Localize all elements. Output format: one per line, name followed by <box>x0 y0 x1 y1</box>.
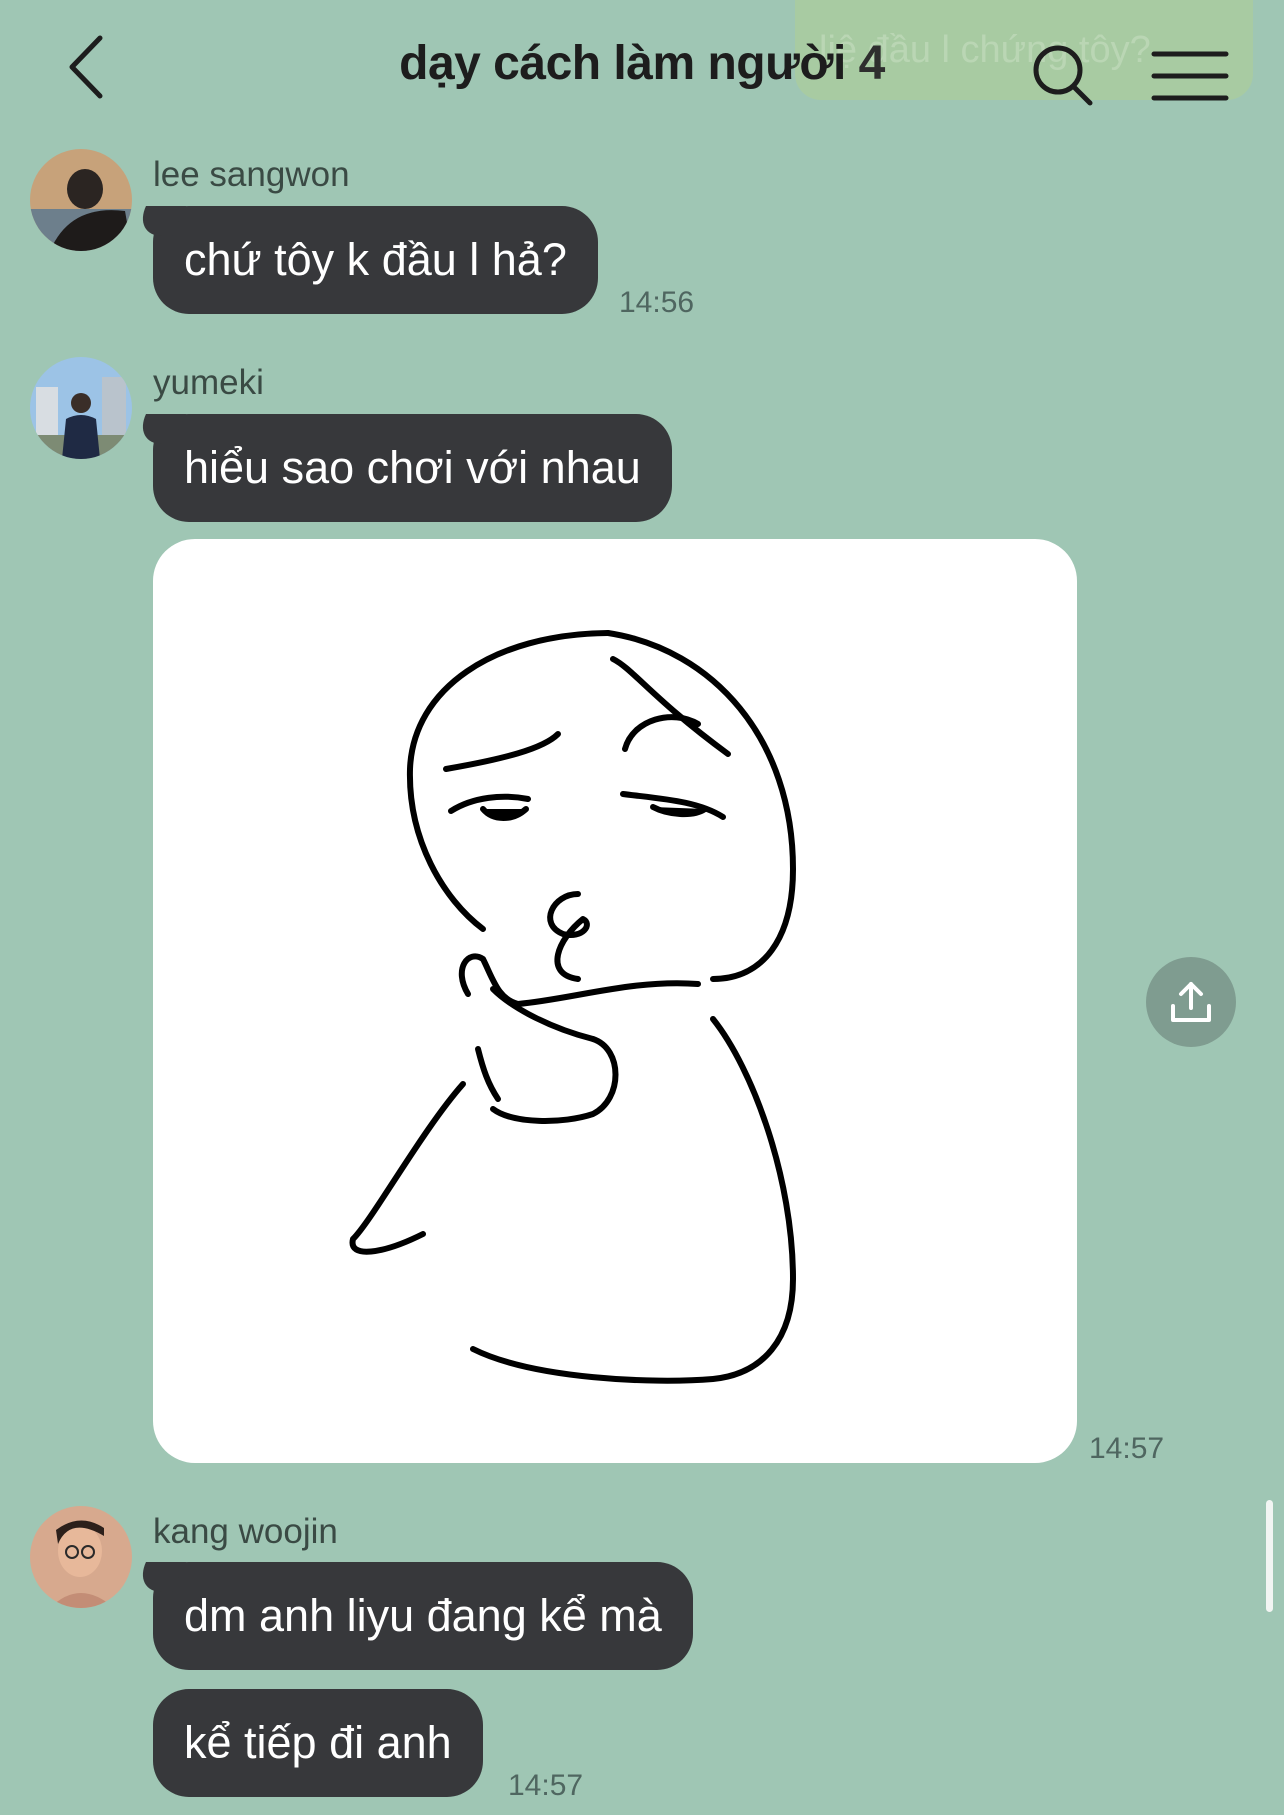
chat-header: dạy cách làm người 4 <box>0 0 1284 140</box>
search-button[interactable] <box>1030 40 1100 110</box>
avatar-yumeki[interactable] <box>30 357 132 459</box>
sender-name: yumeki <box>153 363 264 402</box>
scrollbar[interactable] <box>1266 1500 1273 1612</box>
message-bubble[interactable]: chứ tôy k đầu l hả? <box>153 206 598 314</box>
member-count: 4 <box>858 37 886 90</box>
chat-name: dạy cách làm người <box>399 37 846 90</box>
hamburger-menu-icon <box>1151 51 1229 101</box>
message-bubble[interactable]: dm anh liyu đang kể mà <box>153 1562 693 1670</box>
message-timestamp: 14:57 <box>1089 1432 1165 1465</box>
sender-name: kang woojin <box>153 1512 338 1551</box>
message-bubble[interactable]: kể tiếp đi anh <box>153 1689 483 1797</box>
message-bubble[interactable]: hiểu sao chơi với nhau <box>153 414 672 522</box>
share-button[interactable] <box>1146 957 1236 1047</box>
avatar-kang-woojin[interactable] <box>30 1506 132 1608</box>
menu-button[interactable] <box>1150 40 1230 106</box>
search-icon <box>1033 45 1093 106</box>
thinking-face-sticker[interactable] <box>153 539 1077 1463</box>
message-timestamp: 14:56 <box>619 286 695 319</box>
sender-name: lee sangwon <box>153 155 350 194</box>
avatar-lee-sangwon[interactable] <box>30 149 132 251</box>
message-timestamp: 14:57 <box>508 1769 584 1802</box>
share-upload-icon <box>1171 982 1211 1022</box>
